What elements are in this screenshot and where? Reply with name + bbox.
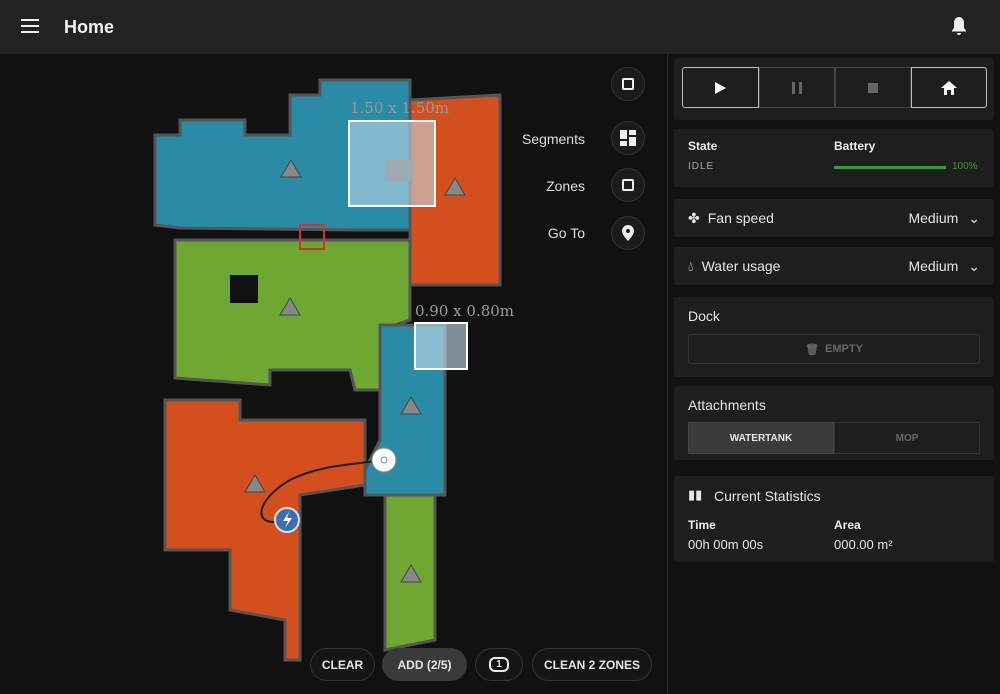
- area-value: 000.00 m²: [834, 537, 893, 552]
- state-value: IDLE: [688, 161, 714, 172]
- empty-dock-button[interactable]: 🗑︎EMPTY: [688, 334, 980, 364]
- battery-value: 100%: [952, 161, 978, 172]
- area-label: Area: [834, 518, 861, 532]
- zones-button[interactable]: [611, 168, 645, 202]
- status-card: State IDLE Battery 100%: [674, 129, 994, 187]
- pause-button[interactable]: [759, 67, 835, 108]
- segments-label: Segments: [505, 131, 585, 147]
- zone-label: 1.50 x 1.50m: [350, 99, 449, 117]
- fan-speed-label: Fan speed: [708, 210, 774, 226]
- basic-controls: [674, 58, 994, 120]
- zone-label: 0.90 x 0.80m: [415, 302, 514, 320]
- attachments-label: Attachments: [688, 397, 766, 413]
- bell-icon[interactable]: [950, 16, 968, 36]
- add-zone-button[interactable]: ADD (2/5): [382, 648, 467, 681]
- battery-label: Battery: [834, 139, 875, 153]
- water-usage-label: Water usage: [702, 258, 781, 274]
- state-label: State: [688, 139, 717, 153]
- zone-icon: [622, 179, 634, 191]
- app-header: Home: [0, 0, 1000, 54]
- robot-icon: [372, 448, 396, 472]
- statistics-label: Current Statistics: [714, 488, 821, 504]
- home-icon: [941, 81, 957, 95]
- battery-bar: [834, 166, 946, 169]
- dock-label: Dock: [688, 308, 720, 324]
- map-view[interactable]: 1.50 x 1.50m 0.90 x 0.80m Segments Zones…: [0, 54, 666, 694]
- floor-map[interactable]: [0, 54, 666, 694]
- segments-button[interactable]: [611, 121, 645, 155]
- attachments-card: Attachments WATERTANK MOP: [674, 386, 994, 460]
- zone-rect: [349, 121, 435, 206]
- bar-chart-icon: ▮▮: [688, 487, 702, 503]
- dock-card: Dock 🗑︎EMPTY: [674, 297, 994, 377]
- location-pin-icon: [622, 225, 634, 241]
- attachment-watertank[interactable]: WATERTANK: [688, 422, 834, 454]
- statistics-card: ▮▮ Current Statistics Time 00h 00m 00s A…: [674, 476, 994, 562]
- attachment-mop[interactable]: MOP: [834, 422, 980, 454]
- control-panel: State IDLE Battery 100% ✤ Fan speed Medi…: [667, 54, 1000, 694]
- select-mode-button[interactable]: [611, 67, 645, 101]
- goto-label: Go To: [505, 225, 585, 241]
- room-segment: [165, 400, 365, 660]
- page-title: Home: [64, 17, 114, 38]
- pause-icon: [792, 82, 802, 94]
- fan-speed-value: Medium: [908, 210, 958, 226]
- zone-rect: [415, 323, 467, 369]
- chevron-down-icon: ⌄: [968, 210, 980, 227]
- time-value: 00h 00m 00s: [688, 537, 763, 552]
- clear-button[interactable]: CLEAR: [310, 648, 375, 681]
- start-button[interactable]: [682, 67, 759, 108]
- zones-label: Zones: [505, 178, 585, 194]
- menu-icon[interactable]: [21, 19, 39, 33]
- fan-icon: ✤: [688, 210, 700, 227]
- play-icon: [715, 82, 726, 94]
- water-drop-icon: 💧︎: [688, 258, 694, 275]
- fan-speed-select[interactable]: ✤ Fan speed Medium ⌄: [674, 199, 994, 237]
- stop-button[interactable]: [835, 67, 911, 108]
- clean-zones-button[interactable]: CLEAN 2 ZONES: [532, 648, 652, 681]
- chevron-down-icon: ⌄: [968, 258, 980, 275]
- time-label: Time: [688, 518, 716, 532]
- stop-icon: [868, 83, 878, 93]
- iterations-button[interactable]: 1: [475, 648, 523, 681]
- trash-icon: 🗑︎: [805, 343, 819, 356]
- segments-icon: [620, 130, 636, 146]
- water-usage-select[interactable]: 💧︎ Water usage Medium ⌄: [674, 247, 994, 285]
- repeat-icon: 1: [489, 657, 509, 672]
- home-button[interactable]: [911, 67, 987, 108]
- water-usage-value: Medium: [908, 258, 958, 274]
- goto-button[interactable]: [611, 216, 645, 250]
